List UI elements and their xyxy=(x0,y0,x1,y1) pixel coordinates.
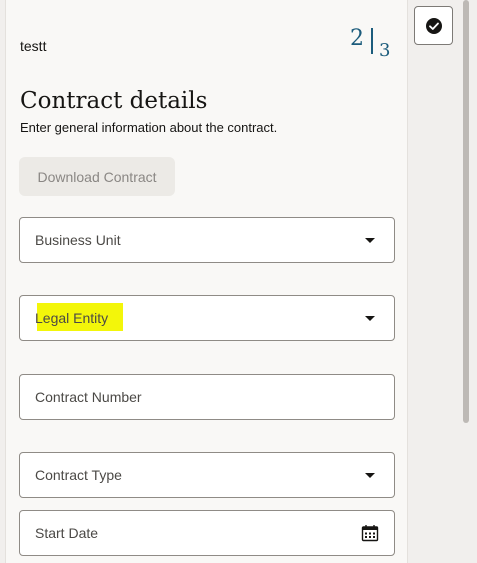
download-contract-button[interactable]: Download Contract xyxy=(19,157,175,196)
contract-type-select[interactable]: Contract Type xyxy=(19,452,395,498)
section-title: Contract details xyxy=(20,88,208,114)
contract-number-label: Contract Number xyxy=(35,389,142,405)
business-unit-label: Business Unit xyxy=(35,232,121,248)
contract-type-label: Contract Type xyxy=(35,467,122,483)
step-total: 3 xyxy=(379,40,391,61)
legal-entity-label: Legal Entity xyxy=(35,310,109,326)
vertical-scrollbar[interactable] xyxy=(462,0,470,563)
chevron-down-icon xyxy=(365,473,375,478)
business-unit-select[interactable]: Business Unit xyxy=(19,217,395,263)
record-name: testt xyxy=(20,38,47,54)
step-current: 2 xyxy=(350,26,364,51)
chevron-down-icon xyxy=(365,238,375,243)
step-indicator: 2 3 xyxy=(350,26,390,64)
chevron-down-icon xyxy=(365,316,375,321)
rail-action-button[interactable] xyxy=(414,6,453,45)
start-date-label: Start Date xyxy=(35,525,99,541)
section-subtitle: Enter general information about the cont… xyxy=(20,120,278,135)
calendar-icon[interactable] xyxy=(361,524,379,542)
scrollbar-thumb[interactable] xyxy=(463,0,469,423)
contract-number-input[interactable]: Contract Number xyxy=(19,374,395,420)
contract-details-panel: testt 2 3 Contract details Enter general… xyxy=(5,0,408,563)
step-separator xyxy=(371,28,373,54)
check-circle-icon xyxy=(425,17,442,34)
legal-entity-select[interactable]: Legal Entity xyxy=(19,295,395,341)
start-date-input[interactable]: Start Date xyxy=(19,510,395,556)
